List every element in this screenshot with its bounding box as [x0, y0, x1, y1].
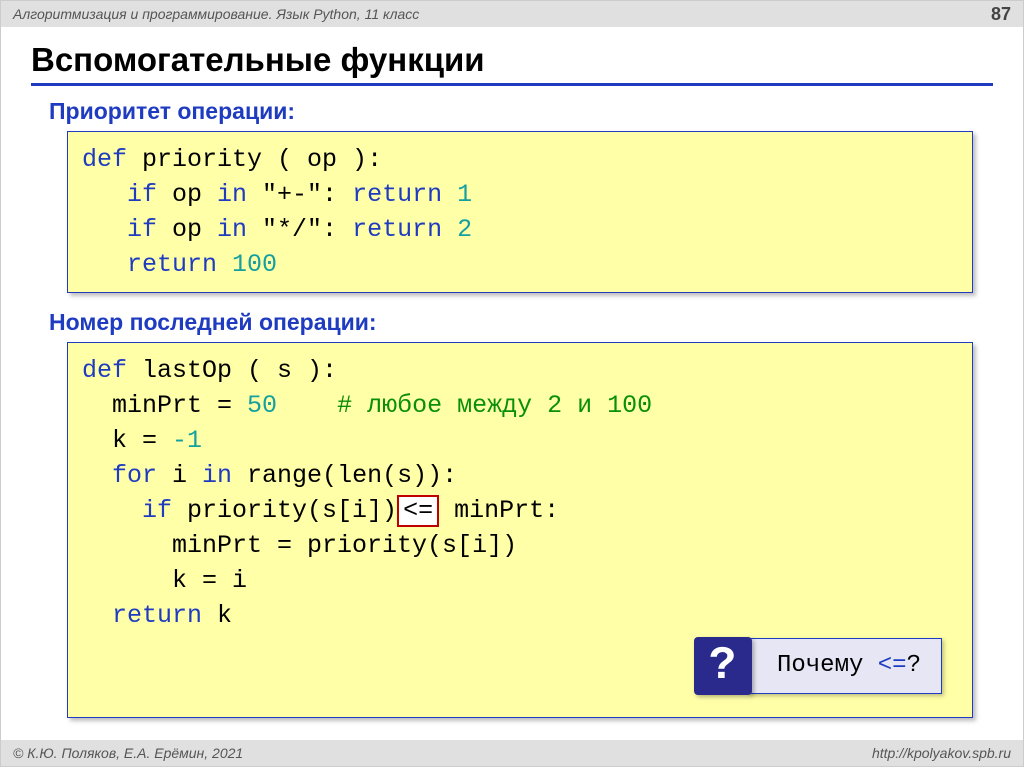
title-underline [31, 83, 993, 86]
callout: ? Почему <=? [694, 637, 942, 695]
footer-url: http://kpolyakov.spb.ru [872, 745, 1011, 761]
question-mark-icon: ? [694, 637, 752, 695]
header-bar: Алгоритмизация и программирование. Язык … [1, 1, 1023, 27]
code-block-lastop: def lastOp ( s ): minPrt = 50 # любое ме… [67, 342, 973, 718]
callout-text: Почему <=? [748, 638, 942, 694]
page-title: Вспомогательные функции [31, 41, 993, 79]
code-block-priority: def priority ( op ): if op in "+-": retu… [67, 131, 973, 293]
section1-heading: Приоритет операции: [49, 98, 993, 125]
slide-content: Вспомогательные функции Приоритет операц… [1, 27, 1023, 718]
section2-heading: Номер последней операции: [49, 309, 993, 336]
page-number: 87 [991, 4, 1011, 25]
copyright: © К.Ю. Поляков, Е.А. Ерёмин, 2021 [13, 745, 243, 761]
highlight-operator: <= [397, 495, 439, 527]
footer-bar: © К.Ю. Поляков, Е.А. Ерёмин, 2021 http:/… [1, 740, 1023, 766]
course-title: Алгоритмизация и программирование. Язык … [13, 6, 419, 22]
